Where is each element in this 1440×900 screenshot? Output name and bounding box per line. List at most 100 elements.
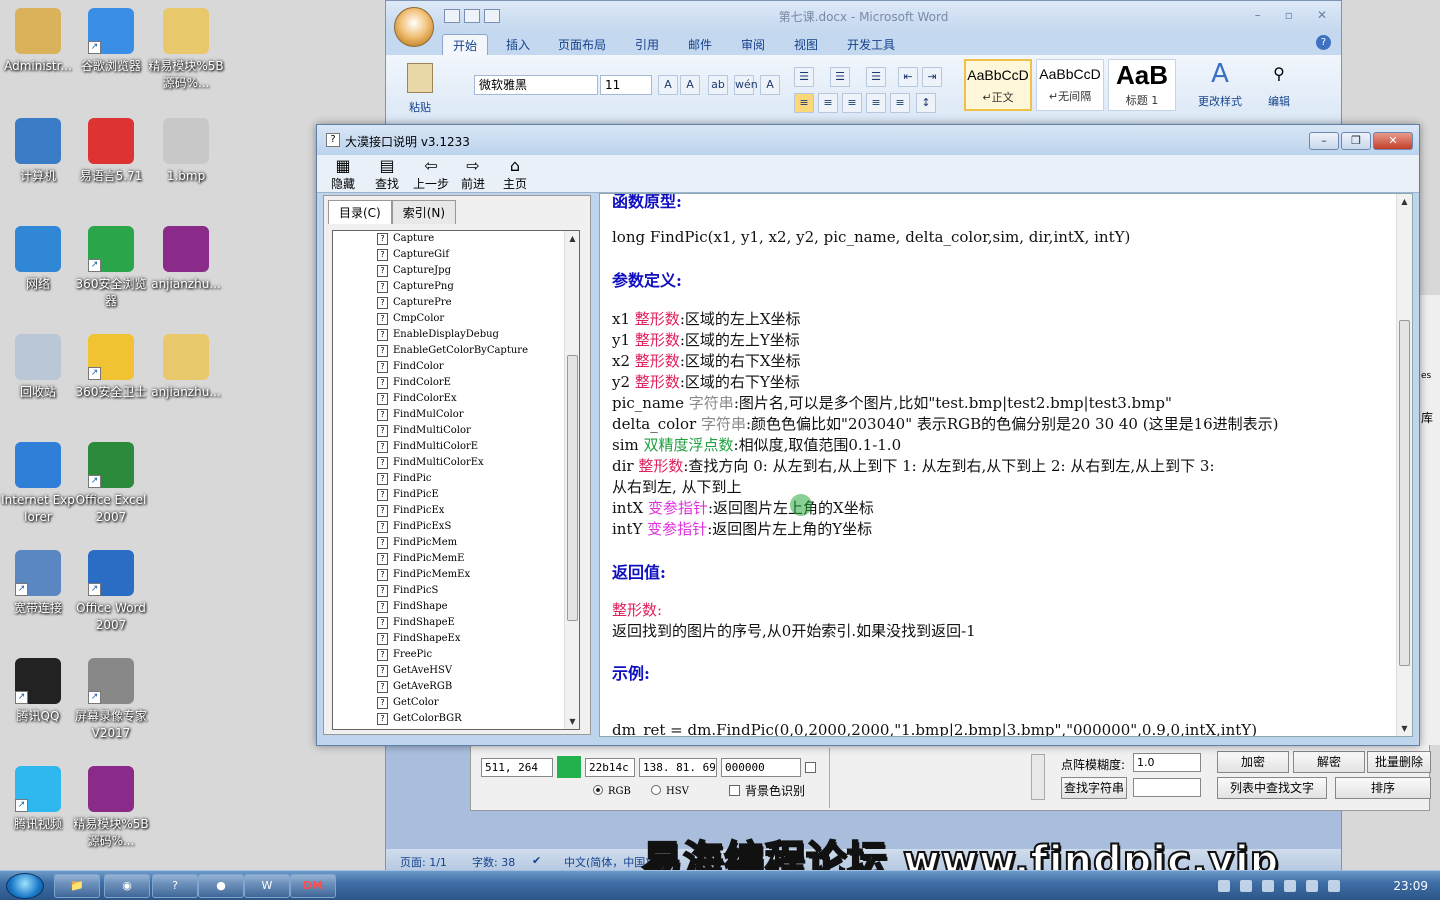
list-item[interactable]: ? FindMultiColorE xyxy=(333,439,579,455)
desktop-icon[interactable]: ↗ 宽带连接 xyxy=(0,550,76,617)
desktop-icon[interactable]: ↗ 腾讯视频 xyxy=(0,766,76,833)
keyboard-icon[interactable] xyxy=(1218,880,1230,892)
help-titlebar[interactable]: ? 大漠接口说明 v3.1233 – ❐ ✕ xyxy=(317,125,1419,155)
list-item[interactable]: ? CaptureGif xyxy=(333,247,579,263)
list-item[interactable]: ? EnableDisplayDebug xyxy=(333,327,579,343)
desktop-icon[interactable]: 易语言5.71 xyxy=(73,118,149,185)
list-item[interactable]: ? EnableGetColorByCapture xyxy=(333,343,579,359)
radio-hsv[interactable]: HSV xyxy=(651,783,689,797)
list-item[interactable]: ? FindPicExS xyxy=(333,519,579,535)
offset-check[interactable] xyxy=(805,761,821,775)
desktop-icon[interactable]: Internet Explorer xyxy=(0,442,76,526)
list-item[interactable]: ? CmpColor xyxy=(333,311,579,327)
list-item[interactable]: ? FindPicMemE xyxy=(333,551,579,567)
edit-button[interactable]: ⚲ 编辑 xyxy=(1256,59,1302,123)
background-window-edge[interactable]: es 库 xyxy=(1418,295,1440,745)
content-scroll-down-icon[interactable]: ▼ xyxy=(1397,721,1412,736)
scroll-thumb[interactable] xyxy=(567,355,578,621)
list-item[interactable]: ? FindColorE xyxy=(333,375,579,391)
align-center-icon[interactable]: ≡ xyxy=(818,93,838,113)
multilevel-icon[interactable]: ☰ xyxy=(866,67,886,87)
forward-button[interactable]: ⇨ 前进 xyxy=(461,157,485,192)
style-normal[interactable]: AaBbCcD ↵正文 xyxy=(964,59,1032,111)
list-item[interactable]: ? FindColorEx xyxy=(333,391,579,407)
word-taskbar-icon[interactable]: W xyxy=(244,874,290,898)
list-item[interactable]: ? FindMultiColor xyxy=(333,423,579,439)
content-scrollbar[interactable]: ▲ ▼ xyxy=(1396,194,1412,736)
tab-index[interactable]: 索引(N) xyxy=(391,200,457,224)
coord-field[interactable]: 511, 264 xyxy=(481,758,553,777)
back-button[interactable]: ⇦ 上一步 xyxy=(413,157,449,192)
tab-references[interactable]: 引用 xyxy=(625,34,669,55)
rgb-field[interactable]: 138. 81. 69 xyxy=(639,758,717,777)
paste-group[interactable]: 粘贴 xyxy=(400,59,440,123)
sort-button[interactable]: 排序 xyxy=(1335,777,1431,799)
find-string-field[interactable] xyxy=(1133,778,1201,797)
function-list[interactable]: ? Capture? CaptureGif? CaptureJpg? CapturePn… xyxy=(332,230,580,730)
decrease-indent-icon[interactable]: ⇤ xyxy=(898,67,918,87)
increase-indent-icon[interactable]: ⇥ xyxy=(922,67,942,87)
desktop-icon[interactable]: ↗ 360安全卫士 xyxy=(73,334,149,401)
network-tray-icon[interactable] xyxy=(1306,880,1318,892)
shrink-font-icon[interactable]: A xyxy=(680,75,700,95)
decrypt-button[interactable]: 解密 xyxy=(1293,751,1365,773)
clear-format-icon[interactable]: ab xyxy=(708,75,728,95)
find-string-button[interactable]: 查找字符串 xyxy=(1061,777,1127,799)
desktop-icon[interactable]: Administr... xyxy=(0,8,76,75)
align-left-icon[interactable]: ≡ xyxy=(794,93,814,113)
bullets-icon[interactable]: ☰ xyxy=(794,67,814,87)
dm-taskbar-button[interactable]: DM xyxy=(290,874,336,898)
list-find-button[interactable]: 列表中查找文字 xyxy=(1217,777,1327,799)
encrypt-button[interactable]: 加密 xyxy=(1217,751,1289,773)
notes-icon[interactable]: ? xyxy=(152,874,198,898)
list-item[interactable]: ? GetAveHSV xyxy=(333,663,579,679)
close-button[interactable]: ✕ xyxy=(1373,132,1413,150)
scrollbar[interactable] xyxy=(1031,754,1045,800)
distribute-icon[interactable]: ≡ xyxy=(890,93,910,113)
help-icon[interactable]: ? xyxy=(1316,35,1331,50)
desktop-icon[interactable]: ↗ 腾讯QQ xyxy=(0,658,76,725)
find-button[interactable]: ▤ 查找 xyxy=(375,157,399,192)
list-scrollbar[interactable]: ▲ ▼ xyxy=(564,231,579,729)
fuzzy-field[interactable]: 1.0 xyxy=(1133,753,1201,772)
justify-icon[interactable]: ≡ xyxy=(866,93,886,113)
list-item[interactable]: ? GetColor xyxy=(333,695,579,711)
tab-review[interactable]: 审阅 xyxy=(731,34,775,55)
volume-icon[interactable] xyxy=(1328,880,1340,892)
content-scroll-thumb[interactable] xyxy=(1399,320,1410,666)
list-item[interactable]: ? FindPicE xyxy=(333,487,579,503)
list-item[interactable]: ? GetColorBGR xyxy=(333,711,579,727)
scroll-up-icon[interactable]: ▲ xyxy=(565,231,579,246)
grow-font-icon[interactable]: A xyxy=(658,75,678,95)
tab-home[interactable]: 开始 xyxy=(442,34,489,56)
word-titlebar[interactable]: 第七课.docx - Microsoft Word – ▫ ✕ xyxy=(386,1,1341,31)
desktop-icon[interactable]: ↗ 屏幕录像专家V2017 xyxy=(73,658,149,742)
tray-shield-icon[interactable] xyxy=(1284,880,1296,892)
minimize-button[interactable]: – xyxy=(1309,132,1339,150)
help-content[interactable]: 函数原型: long FindPic(x1, y1, x2, y2, pic_n… xyxy=(599,193,1413,737)
word-count[interactable]: 字数: 38 xyxy=(472,854,515,870)
list-item[interactable]: ? CapturePre xyxy=(333,295,579,311)
tab-contents[interactable]: 目录(C) xyxy=(328,200,392,224)
desktop-icon[interactable]: 精易模块%5B源码%... xyxy=(73,766,149,850)
desktop-icon[interactable]: 网络 xyxy=(0,226,76,293)
minimize-icon[interactable]: – xyxy=(1255,8,1261,22)
clock[interactable]: 23:09 xyxy=(1393,879,1428,893)
close-icon[interactable]: ✕ xyxy=(1317,8,1327,22)
list-item[interactable]: ? GetAveRGB xyxy=(333,679,579,695)
explorer-icon[interactable]: 📁 xyxy=(54,874,100,898)
list-item[interactable]: ? FindPicMemEx xyxy=(333,567,579,583)
phonetic-icon[interactable]: wén xyxy=(734,75,758,95)
line-spacing-icon[interactable]: ↕ xyxy=(916,93,936,113)
list-item[interactable]: ? FindShapeE xyxy=(333,615,579,631)
batch-delete-button[interactable]: 批量删除 xyxy=(1367,751,1431,773)
desktop-icon[interactable]: ↗ Office Excel 2007 xyxy=(73,442,149,526)
desktop-icon[interactable]: ↗ 谷歌浏览器 xyxy=(73,8,149,75)
list-item[interactable]: ? FindShape xyxy=(333,599,579,615)
list-item[interactable]: ? FindColor xyxy=(333,359,579,375)
tab-insert[interactable]: 插入 xyxy=(496,34,540,55)
align-right-icon[interactable]: ≡ xyxy=(842,93,862,113)
list-item[interactable]: ? FindPicMem xyxy=(333,535,579,551)
desktop-icon[interactable]: anjianzhu... xyxy=(148,334,224,401)
list-item[interactable]: ? FindPicS xyxy=(333,583,579,599)
